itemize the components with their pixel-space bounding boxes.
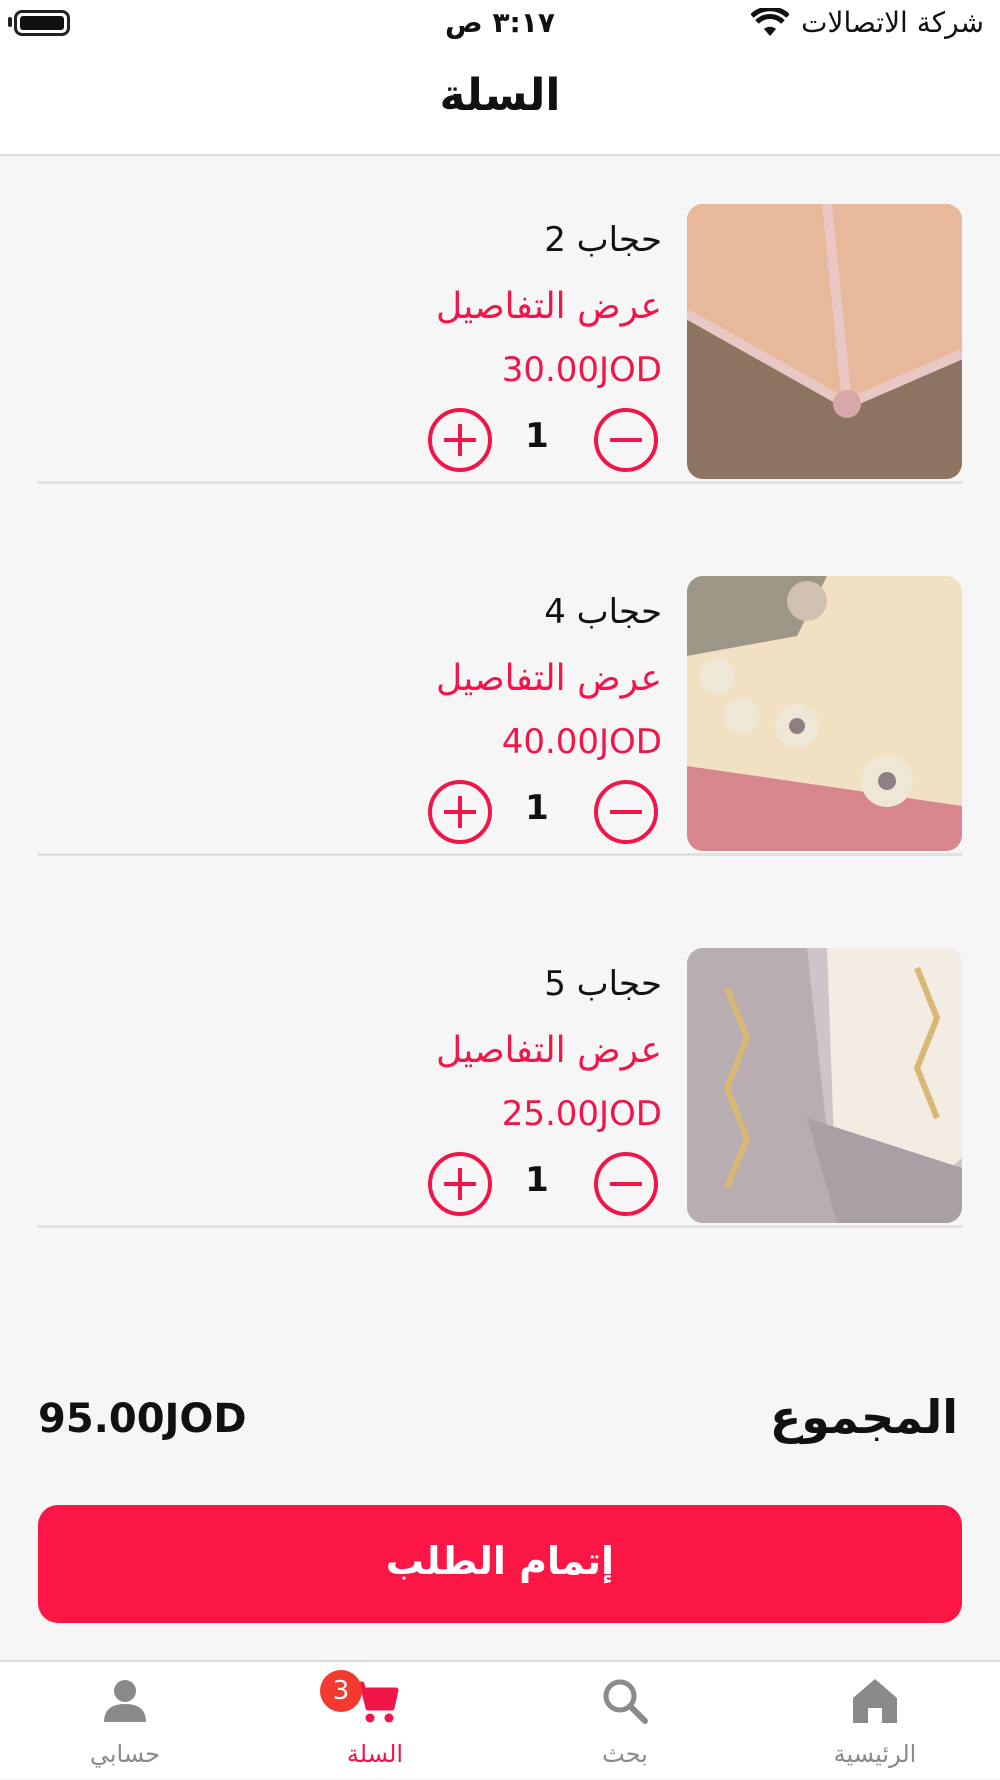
- bottom-tab-bar: حسابي 3 السلة بحث الرئيسية: [0, 1660, 1000, 1778]
- checkout-button-label: إتمام الطلب: [385, 1539, 615, 1583]
- view-details-link[interactable]: عرض التفاصيل: [436, 658, 662, 699]
- page-title: السلة: [439, 70, 561, 121]
- status-time: ٣:١٧ ص: [445, 6, 555, 39]
- decrease-quantity-button[interactable]: [594, 408, 658, 472]
- product-image[interactable]: [687, 576, 962, 851]
- product-name: حجاب 5: [544, 964, 662, 1004]
- product-image[interactable]: [687, 204, 962, 479]
- total-value: 95.00JOD: [38, 1396, 247, 1442]
- view-details-link[interactable]: عرض التفاصيل: [436, 1030, 662, 1071]
- decrease-quantity-button[interactable]: [594, 780, 658, 844]
- carrier-name: شركة الاتصالات: [801, 6, 984, 39]
- increase-quantity-button[interactable]: [428, 780, 492, 844]
- tab-home[interactable]: الرئيسية: [750, 1662, 1000, 1780]
- product-name: حجاب 4: [544, 592, 662, 632]
- wifi-icon: [751, 7, 790, 36]
- cart-item: حجاب 4 عرض التفاصيل 40.00JOD 1: [38, 526, 962, 856]
- tab-label: حسابي: [89, 1740, 161, 1768]
- search-icon: [603, 1679, 648, 1724]
- cart-item: حجاب 2 عرض التفاصيل 30.00JOD 1: [38, 154, 962, 484]
- quantity-value: 1: [525, 788, 549, 828]
- product-name: حجاب 2: [544, 220, 662, 260]
- product-price: 25.00JOD: [501, 1094, 662, 1134]
- increase-quantity-button[interactable]: [428, 1152, 492, 1216]
- cart-item: حجاب 5 عرض التفاصيل 25.00JOD 1: [38, 898, 962, 1228]
- product-price: 40.00JOD: [501, 722, 662, 762]
- carrier-group: شركة الاتصالات: [751, 6, 984, 39]
- tab-search[interactable]: بحث: [500, 1662, 750, 1780]
- total-label: المجموع: [769, 1390, 958, 1444]
- status-bar: ٣:١٧ ص شركة الاتصالات: [0, 0, 1000, 50]
- product-image[interactable]: [687, 948, 962, 1223]
- view-details-link[interactable]: عرض التفاصيل: [436, 286, 662, 327]
- battery-icon: [14, 10, 70, 36]
- tab-account[interactable]: حسابي: [0, 1662, 250, 1780]
- header: السلة: [0, 50, 1000, 156]
- decrease-quantity-button[interactable]: [594, 1152, 658, 1216]
- home-icon: [853, 1679, 897, 1723]
- increase-quantity-button[interactable]: [428, 408, 492, 472]
- checkout-button[interactable]: إتمام الطلب: [38, 1505, 962, 1623]
- product-price: 30.00JOD: [501, 350, 662, 390]
- battery-tip: [8, 17, 12, 27]
- cart-count-badge: 3: [320, 1670, 362, 1712]
- quantity-value: 1: [525, 416, 549, 456]
- tab-label: الرئيسية: [833, 1740, 917, 1768]
- tab-cart[interactable]: 3 السلة: [250, 1662, 500, 1780]
- quantity-value: 1: [525, 1160, 549, 1200]
- tab-label: السلة: [346, 1740, 404, 1768]
- user-icon: [104, 1680, 146, 1722]
- tab-label: بحث: [602, 1740, 648, 1768]
